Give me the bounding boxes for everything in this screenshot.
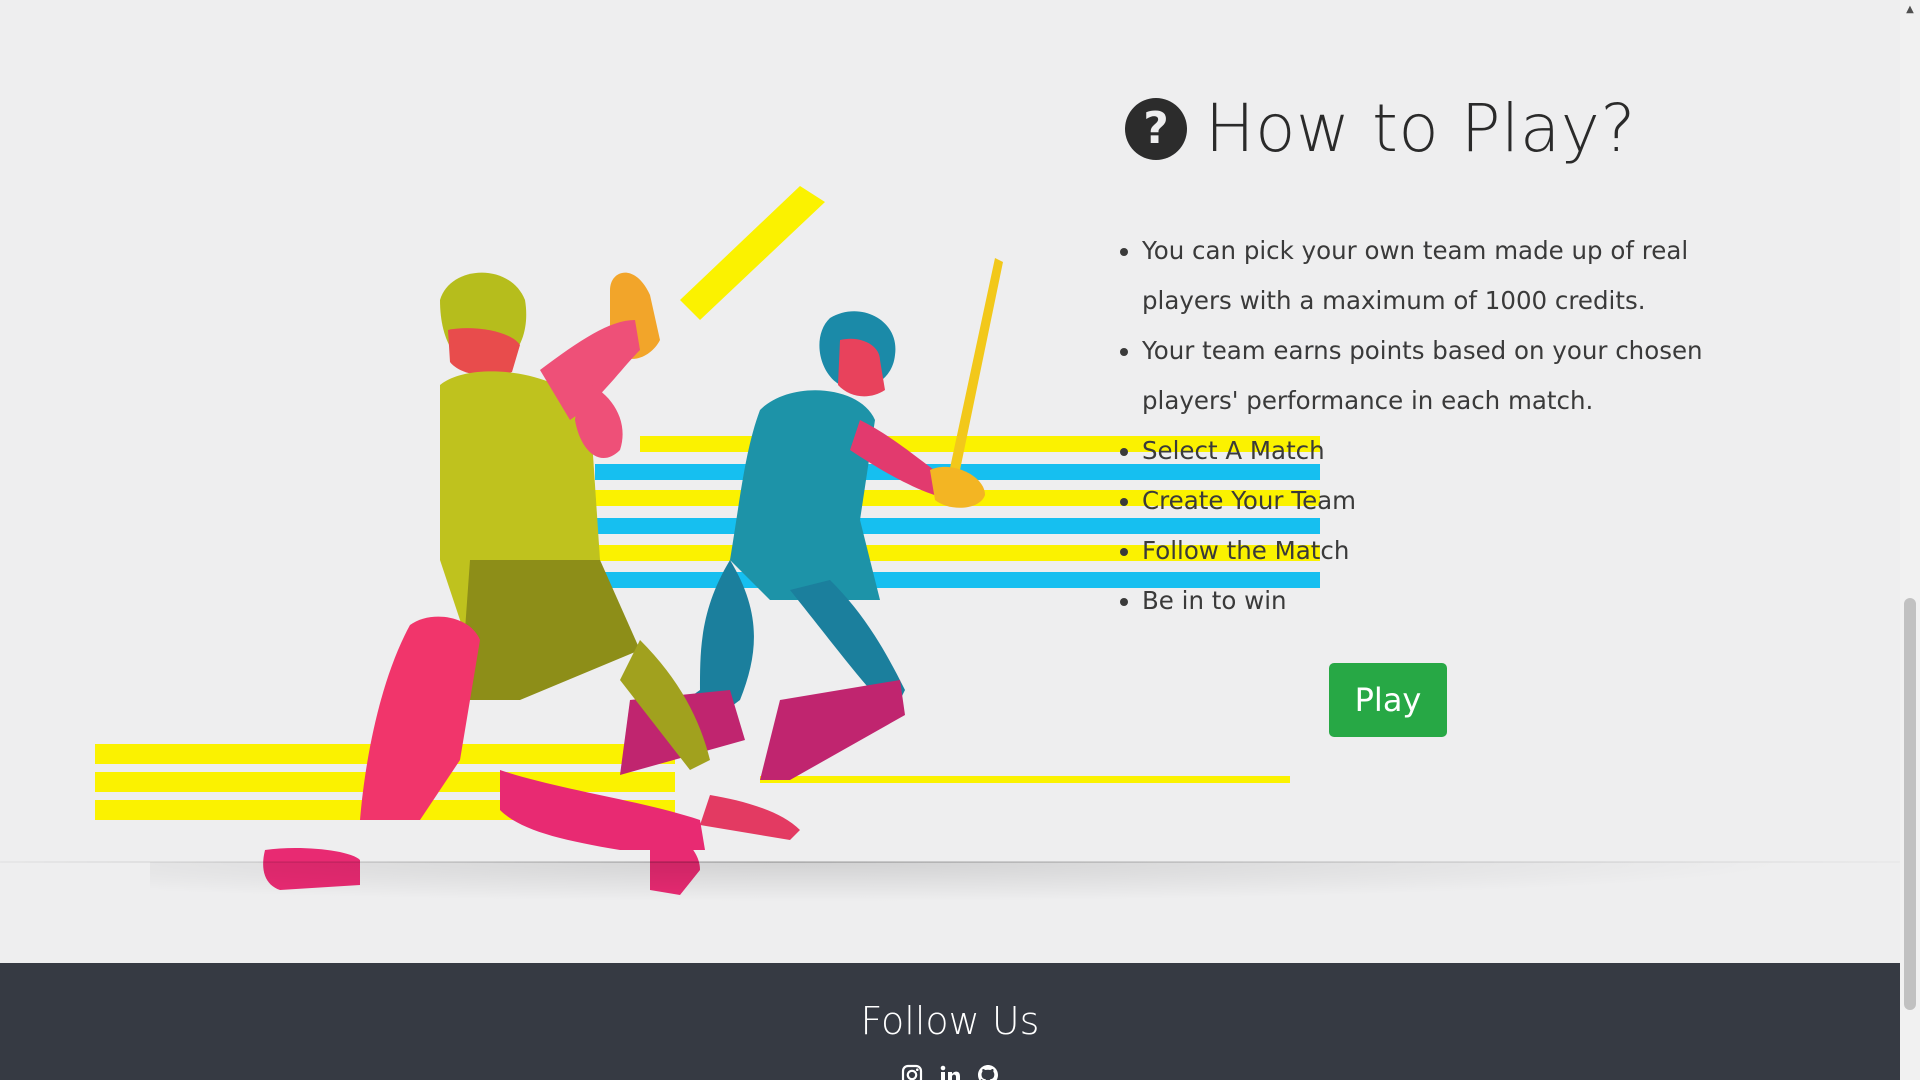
linkedin-icon bbox=[940, 1065, 960, 1080]
list-item: You can pick your own team made up of re… bbox=[1142, 226, 1762, 326]
list-item: Be in to win bbox=[1142, 576, 1762, 626]
play-button[interactable]: Play bbox=[1329, 663, 1447, 737]
footer-title: Follow Us bbox=[860, 999, 1040, 1043]
list-item: Create Your Team bbox=[1142, 476, 1762, 526]
github-icon bbox=[978, 1065, 998, 1080]
how-to-play-section: ? How to Play? You can pick your own tea… bbox=[0, 0, 1900, 1080]
list-item: Follow the Match bbox=[1142, 526, 1762, 576]
list-item: Your team earns points based on your cho… bbox=[1142, 326, 1762, 426]
list-item: Select A Match bbox=[1142, 426, 1762, 476]
how-to-play-list: You can pick your own team made up of re… bbox=[1142, 226, 1762, 626]
scroll-up-arrow-icon[interactable]: ▲ bbox=[1900, 0, 1920, 20]
page-scrollbar[interactable]: ▲ bbox=[1900, 0, 1920, 1080]
social-links bbox=[0, 1063, 1900, 1080]
stripe bbox=[760, 776, 1290, 783]
linkedin-link[interactable] bbox=[938, 1063, 962, 1080]
footer: Follow Us bbox=[0, 963, 1900, 1080]
ground-shadow bbox=[150, 862, 1800, 902]
instagram-link[interactable] bbox=[900, 1063, 924, 1080]
question-circle-icon: ? bbox=[1125, 97, 1187, 160]
scrollbar-thumb[interactable] bbox=[1904, 598, 1916, 1010]
page-title: How to Play? bbox=[1205, 90, 1636, 167]
github-link[interactable] bbox=[976, 1063, 1000, 1080]
instagram-icon bbox=[901, 1064, 923, 1080]
how-to-play-header: ? How to Play? bbox=[1125, 90, 1636, 167]
